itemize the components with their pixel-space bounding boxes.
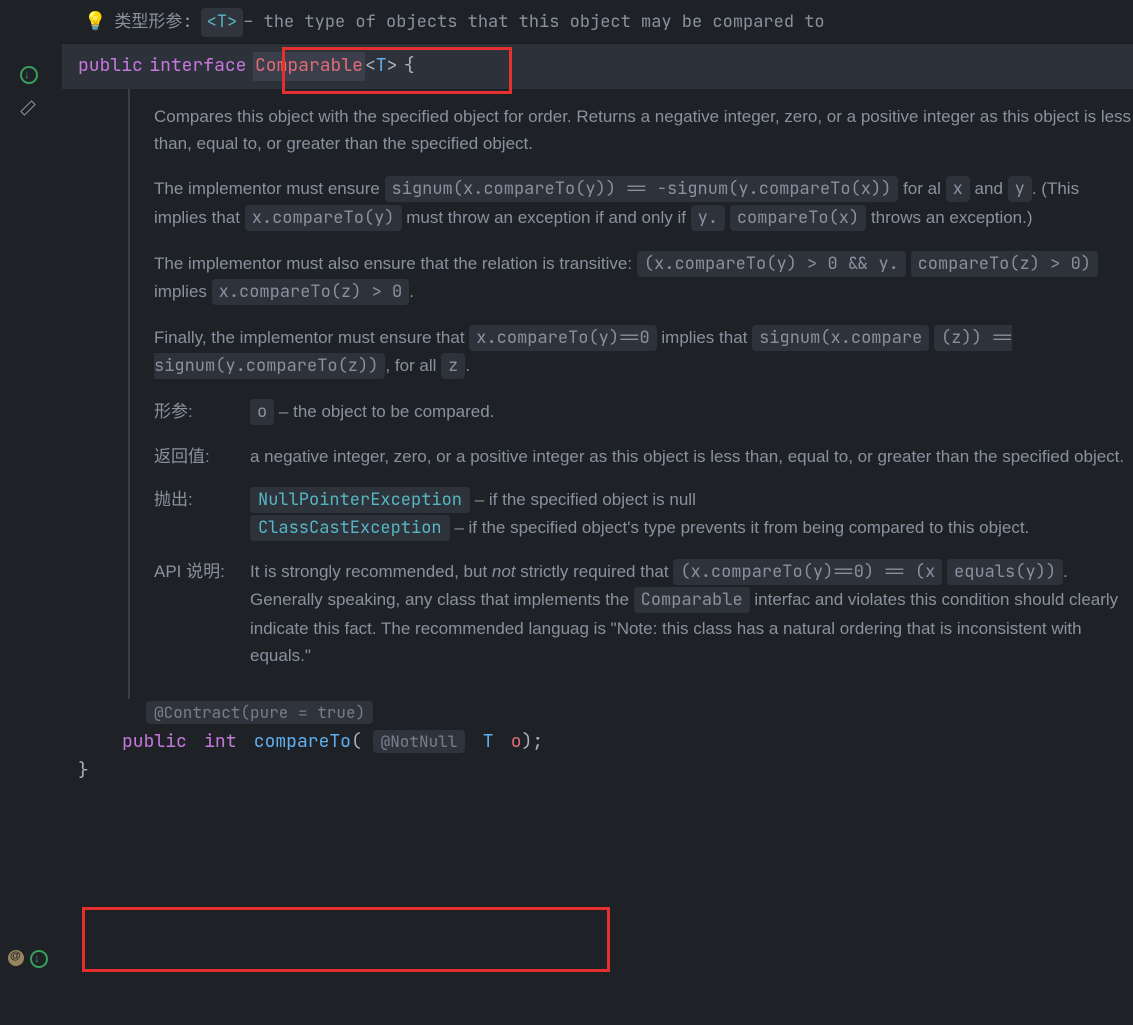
type-param-desc: – the type of objects that this object m… [243,9,824,36]
javadoc-throws-label: 抛出: [154,486,250,542]
editor-gutter [0,0,62,1025]
javadoc-api-label: API 说明: [154,558,250,669]
notnull-inlay[interactable]: @NotNull [373,730,466,753]
implements-icon[interactable] [20,66,40,86]
editor-content[interactable]: 💡 类型形参: <T> – the type of objects that t… [62,0,1133,785]
javadoc-para-2: The implementor must ensure signum(x.com… [154,175,1133,231]
javadoc-param-row: 形参: o – the object to be compared. [154,398,1133,426]
exception-link[interactable]: NullPointerException [250,487,470,513]
keyword-public: public [122,730,187,753]
keyword-public: public [78,52,143,81]
javadoc-param-label: 形参: [154,398,250,426]
method-declaration[interactable]: @Contract(pure = true) public int compar… [62,699,1133,757]
javadoc-para-1: Compares this object with the specified … [154,103,1133,157]
keyword-interface: interface [149,52,246,81]
closing-brace: } [62,757,1133,786]
javadoc-para-4: Finally, the implementor must ensure tha… [154,324,1133,380]
javadoc-para-3: The implementor must also ensure that th… [154,250,1133,306]
annotation-box-2 [82,907,610,972]
exception-link[interactable]: ClassCastException [250,515,450,541]
javadoc-return-row: 返回值: a negative integer, zero, or a posi… [154,443,1133,470]
class-name: Comparable [255,54,363,77]
interface-declaration[interactable]: public interface Comparable <T>{ [62,43,1133,89]
keyword-int: int [204,730,236,753]
javadoc-api-row: API 说明: It is strongly recommended, but … [154,558,1133,669]
type-param-label: 类型形参: [114,9,192,36]
lightbulb-icon[interactable]: 💡 [84,8,106,37]
override-icon[interactable] [8,950,28,970]
type-param-doc-line: 💡 类型形参: <T> – the type of objects that t… [62,0,1133,43]
javadoc-return-label: 返回值: [154,443,250,470]
implements-icon[interactable] [30,950,50,970]
javadoc-block: Compares this object with the specified … [62,89,1133,699]
edit-icon[interactable] [20,100,40,120]
method-name: compareTo [254,730,351,753]
type-param-code: <T> [201,8,244,37]
javadoc-throws-row: 抛出: NullPointerException – if the specif… [154,486,1133,542]
contract-inlay[interactable]: @Contract(pure = true) [146,701,373,724]
